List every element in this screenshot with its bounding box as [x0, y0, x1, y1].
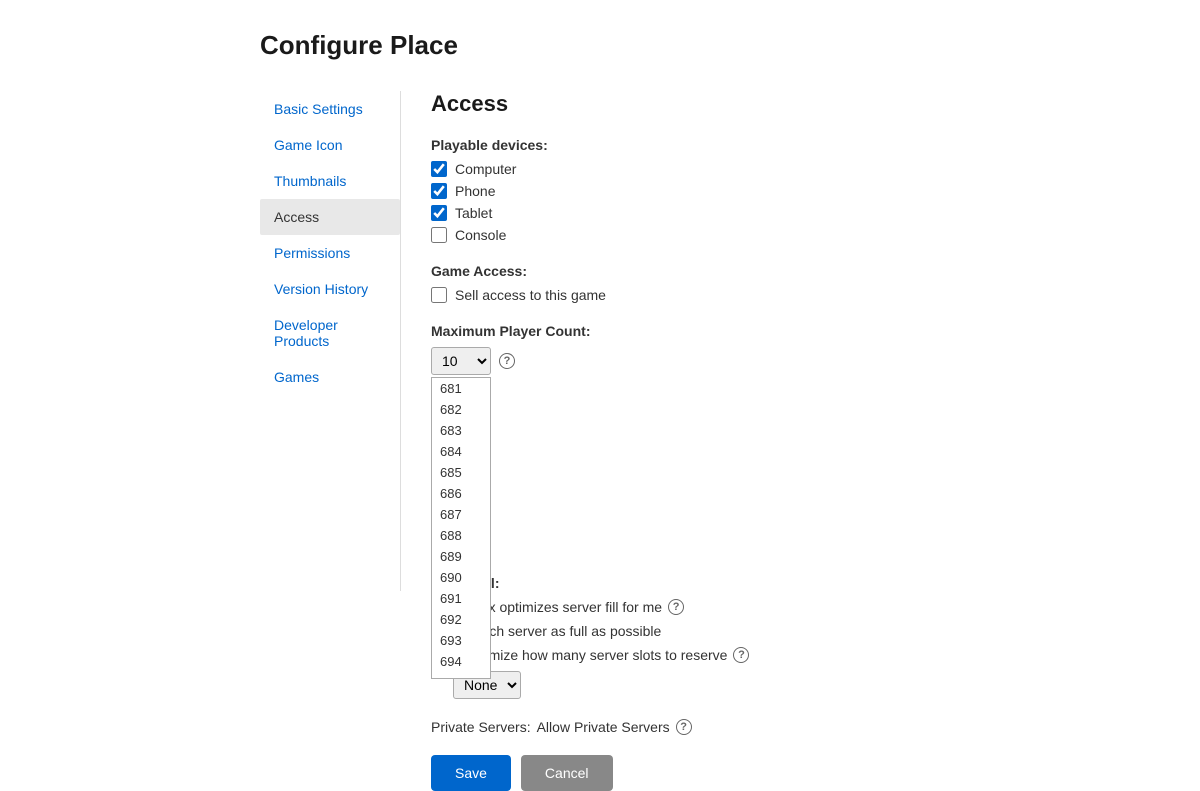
game-access-label: Game Access:	[431, 263, 1200, 279]
radio-row-customize: Customize how many server slots to reser…	[431, 647, 1200, 663]
action-buttons: Save Cancel	[431, 755, 1200, 791]
dropdown-item-683[interactable]: 683	[432, 420, 490, 441]
playable-devices-label: Playable devices:	[431, 137, 1200, 153]
customize-help-icon[interactable]: ?	[733, 647, 749, 663]
checkbox-row-tablet: Tablet	[431, 205, 1200, 221]
server-fill-label: Server fill:	[431, 575, 1200, 591]
checkbox-row-console: Console	[431, 227, 1200, 243]
dropdown-item-691[interactable]: 691	[432, 588, 490, 609]
game-access-group: Game Access: Sell access to this game	[431, 263, 1200, 303]
player-count-dropdown-container: 10 ? 681 682 683 684 685 686 68	[431, 347, 1200, 375]
label-console[interactable]: Console	[455, 227, 506, 243]
checkbox-row-phone: Phone	[431, 183, 1200, 199]
dropdown-item-685[interactable]: 685	[432, 462, 490, 483]
sidebar-item-game-icon[interactable]: Game Icon	[260, 127, 400, 163]
private-servers-help-icon[interactable]: ?	[676, 719, 692, 735]
dropdown-item-681[interactable]: 681	[432, 378, 490, 399]
server-fill-section: Server fill: Roblox optimizes server fil…	[431, 575, 1200, 699]
player-count-row: 10 ?	[431, 347, 1200, 375]
playable-devices-group: Playable devices: Computer Phone Tablet …	[431, 137, 1200, 243]
checkbox-tablet[interactable]	[431, 205, 447, 221]
page-title: Configure Place	[260, 30, 1200, 61]
dropdown-item-695[interactable]: 695	[432, 672, 490, 678]
sidebar-item-games[interactable]: Games	[260, 359, 400, 395]
dropdown-list-inner[interactable]: 681 682 683 684 685 686 687 688 689 690 …	[432, 378, 490, 678]
dropdown-item-687[interactable]: 687	[432, 504, 490, 525]
dropdown-item-688[interactable]: 688	[432, 525, 490, 546]
checkbox-sell-access[interactable]	[431, 287, 447, 303]
dropdown-item-682[interactable]: 682	[432, 399, 490, 420]
sidebar-item-developer-products[interactable]: Developer Products	[260, 307, 400, 359]
player-count-select[interactable]: 10	[431, 347, 491, 375]
private-servers-row: Private Servers: Allow Private Servers ?	[431, 719, 1200, 735]
sidebar-item-thumbnails[interactable]: Thumbnails	[260, 163, 400, 199]
private-servers-allow-label: Allow Private Servers	[537, 719, 670, 735]
dropdown-item-694[interactable]: 694	[432, 651, 490, 672]
label-tablet[interactable]: Tablet	[455, 205, 492, 221]
main-content: Access Playable devices: Computer Phone …	[431, 91, 1200, 791]
checkbox-computer[interactable]	[431, 161, 447, 177]
private-servers-label: Private Servers:	[431, 719, 531, 735]
label-sell-access[interactable]: Sell access to this game	[455, 287, 606, 303]
label-phone[interactable]: Phone	[455, 183, 495, 199]
section-title: Access	[431, 91, 1200, 117]
sidebar-item-permissions[interactable]: Permissions	[260, 235, 400, 271]
dropdown-item-693[interactable]: 693	[432, 630, 490, 651]
layout: Basic Settings Game Icon Thumbnails Acce…	[260, 91, 1200, 791]
dropdown-item-692[interactable]: 692	[432, 609, 490, 630]
dropdown-item-690[interactable]: 690	[432, 567, 490, 588]
dropdown-item-689[interactable]: 689	[432, 546, 490, 567]
radio-row-fill-each: Fill each server as full as possible	[431, 623, 1200, 639]
page-container: Configure Place Basic Settings Game Icon…	[0, 0, 1200, 791]
checkbox-console[interactable]	[431, 227, 447, 243]
sidebar-item-version-history[interactable]: Version History	[260, 271, 400, 307]
sidebar: Basic Settings Game Icon Thumbnails Acce…	[260, 91, 400, 395]
max-player-count-group: Maximum Player Count: 10 ? 681 682 683	[431, 323, 1200, 375]
player-count-dropdown-list[interactable]: 681 682 683 684 685 686 687 688 689 690 …	[431, 377, 491, 679]
save-button[interactable]: Save	[431, 755, 511, 791]
reserve-slots-row: None	[453, 671, 1200, 699]
roblox-optimizes-help-icon[interactable]: ?	[668, 599, 684, 615]
label-customize[interactable]: Customize how many server slots to reser…	[452, 647, 727, 663]
dropdown-item-684[interactable]: 684	[432, 441, 490, 462]
checkbox-phone[interactable]	[431, 183, 447, 199]
radio-row-roblox-optimizes: Roblox optimizes server fill for me ?	[431, 599, 1200, 615]
checkbox-row-computer: Computer	[431, 161, 1200, 177]
checkbox-row-sell: Sell access to this game	[431, 287, 1200, 303]
dropdown-item-686[interactable]: 686	[432, 483, 490, 504]
sidebar-divider	[400, 91, 401, 591]
player-count-help-icon[interactable]: ?	[499, 353, 515, 369]
sidebar-item-access[interactable]: Access	[260, 199, 400, 235]
sidebar-item-basic-settings[interactable]: Basic Settings	[260, 91, 400, 127]
cancel-button[interactable]: Cancel	[521, 755, 613, 791]
label-computer[interactable]: Computer	[455, 161, 516, 177]
max-player-count-label: Maximum Player Count:	[431, 323, 1200, 339]
